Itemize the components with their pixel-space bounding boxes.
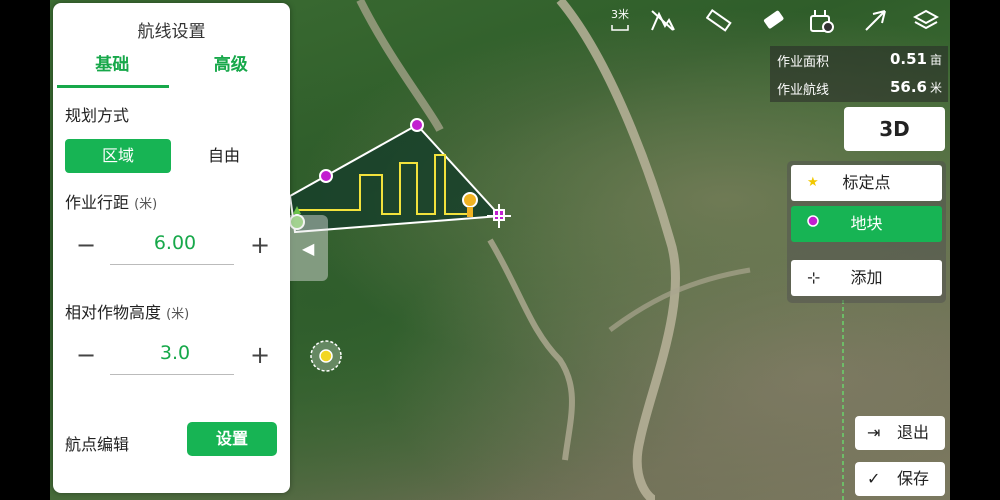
eraser-icon[interactable] xyxy=(760,8,788,34)
exit-icon: ⇥ xyxy=(867,423,881,442)
waypoint-marker xyxy=(319,169,333,183)
row-spacing-plus-button[interactable]: + xyxy=(245,230,275,260)
layers-icon[interactable] xyxy=(912,8,940,34)
crop-height-plus-button[interactable]: + xyxy=(245,340,275,370)
area-stat: 作业面积 0.51 亩 xyxy=(770,46,948,74)
work-stats: 作业面积 0.51 亩 作业航线 56.6 米 xyxy=(770,46,948,102)
end-marker xyxy=(462,192,478,208)
crop-height-underline xyxy=(110,374,234,375)
panel-collapse-handle[interactable]: ◀ xyxy=(290,215,328,281)
planning-option-free[interactable]: 自由 xyxy=(171,139,277,173)
route-value: 56.6 米 xyxy=(889,78,942,96)
route-label: 作业航线 xyxy=(777,83,830,98)
row-spacing-stepper: − 6.00 + xyxy=(65,226,277,266)
tab-advanced[interactable]: 高级 xyxy=(172,48,291,90)
waypoint-edit-label: 航点编辑 xyxy=(65,435,130,454)
chevron-left-icon: ◀ xyxy=(302,239,315,258)
panel-title: 航线设置 xyxy=(137,22,206,42)
row-spacing-value[interactable]: 6.00 xyxy=(125,232,225,254)
route-settings-panel: 航线设置 基础 高级 规划方式 区域 自由 作业行距 (米) − 6.00 + … xyxy=(53,3,290,493)
ruler-icon[interactable] xyxy=(705,8,733,34)
row-spacing-minus-button[interactable]: − xyxy=(71,230,101,260)
tab-basic[interactable]: 基础 xyxy=(53,48,172,90)
area-label: 作业面积 xyxy=(777,55,830,70)
add-marker-button[interactable]: ⊹ 添加 xyxy=(791,260,942,296)
crosshair-icon: ⊹ xyxy=(807,268,821,287)
plot-option[interactable]: 地块 xyxy=(791,206,942,242)
3d-view-button[interactable]: 3D xyxy=(844,107,945,151)
waypoint-marker xyxy=(410,118,424,132)
crop-height-minus-button[interactable]: − xyxy=(71,340,101,370)
planning-mode-toggle: 区域 自由 xyxy=(65,139,277,173)
crop-height-value[interactable]: 3.0 xyxy=(125,342,225,364)
active-tab-indicator xyxy=(57,85,169,88)
check-icon: ✓ xyxy=(867,469,881,488)
crop-height-label: 相对作物高度 (米) xyxy=(65,303,190,322)
panel-tabs: 基础 高级 xyxy=(53,48,290,90)
row-spacing-label: 作业行距 (米) xyxy=(65,193,158,212)
calibration-point-option[interactable]: ★ 标定点 xyxy=(791,165,942,201)
save-button[interactable]: ✓ 保存 xyxy=(855,462,945,496)
row-spacing-underline xyxy=(110,264,234,265)
exit-button[interactable]: ⇥ 退出 xyxy=(855,416,945,450)
purple-dot-icon xyxy=(807,206,819,242)
route-stat: 作业航线 56.6 米 xyxy=(770,74,948,102)
marker-type-list: ★ 标定点 地块 ⊹ 添加 xyxy=(787,161,946,303)
planning-option-area[interactable]: 区域 xyxy=(65,139,171,173)
navigate-arrow-icon[interactable] xyxy=(862,8,890,34)
app-screen: 航线设置 基础 高级 规划方式 区域 自由 作业行距 (米) − 6.00 + … xyxy=(0,0,1000,500)
waypoint-set-button[interactable]: 设置 xyxy=(187,422,277,456)
star-icon: ★ xyxy=(807,175,819,190)
planning-mode-label: 规划方式 xyxy=(65,106,130,125)
remote-controller-icon[interactable] xyxy=(808,8,836,34)
no-terrain-icon[interactable] xyxy=(648,8,676,34)
area-value: 0.51 亩 xyxy=(889,50,942,68)
crop-height-stepper: − 3.0 + xyxy=(65,336,277,376)
scale-icon[interactable]: 3米 xyxy=(606,8,634,34)
